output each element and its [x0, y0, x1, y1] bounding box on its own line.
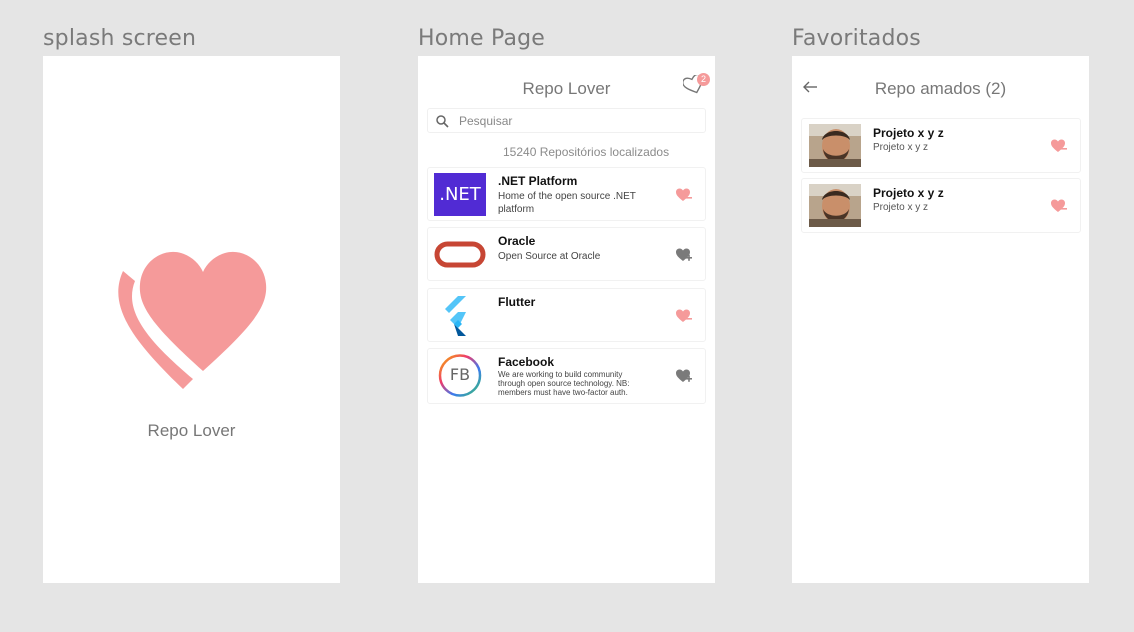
page-title: Repo amados (2)	[874, 79, 1007, 98]
repo-name: Oracle	[498, 234, 536, 248]
repo-description: Open Source at Oracle	[498, 251, 601, 262]
unfavorite-heart-icon[interactable]	[675, 186, 693, 204]
favorite-description: Projeto x y z	[873, 142, 929, 153]
repo-description: We are working to build community throug…	[498, 370, 630, 397]
favorites-page: Repo amados (2) Projeto x y z Projeto x …	[792, 56, 1089, 583]
add-favorite-heart-icon[interactable]	[675, 246, 693, 264]
unfavorite-heart-icon[interactable]	[1050, 197, 1068, 215]
facebook-logo-text: FB	[449, 365, 471, 384]
favorite-name: Projeto x y z	[873, 186, 944, 200]
facebook-logo-icon: FB	[434, 354, 486, 397]
dotnet-logo-text: .NET	[439, 184, 481, 205]
search-icon	[436, 115, 449, 128]
repo-card-dotnet[interactable]: .NET .NET Platform Home of the open sour…	[427, 167, 706, 221]
search-input[interactable]	[459, 112, 689, 129]
home-page: Repo Lover 2 15240 Repositórios localiza…	[418, 56, 715, 583]
avatar-photo-icon	[809, 124, 861, 167]
repo-name: Flutter	[498, 295, 536, 309]
repo-card-oracle[interactable]: Oracle Open Source at Oracle	[427, 227, 706, 281]
heart-logo-icon	[118, 251, 267, 389]
unfavorite-heart-icon[interactable]	[675, 307, 693, 325]
favorite-description: Projeto x y z	[873, 202, 929, 213]
flutter-logo-icon	[445, 296, 466, 336]
repo-description: Home of the open source .NET platform	[498, 191, 636, 215]
repo-name: Facebook	[498, 355, 555, 369]
favorite-name: Projeto x y z	[873, 126, 944, 140]
add-favorite-heart-icon[interactable]	[675, 367, 693, 385]
repo-card-facebook[interactable]: FB Facebook We are working to build comm…	[427, 348, 706, 404]
avatar	[809, 124, 861, 167]
splash-screen: Repo Lover	[43, 56, 340, 583]
favorites-count-badge: 2	[697, 73, 710, 86]
avatar-photo-icon	[809, 184, 861, 227]
dotnet-logo-icon: .NET	[434, 173, 486, 216]
repo-card-flutter[interactable]: Flutter	[427, 288, 706, 342]
frame-label-favorites: Favoritados	[792, 26, 921, 51]
favorite-card[interactable]: Projeto x y z Projeto x y z	[801, 118, 1081, 173]
avatar	[809, 184, 861, 227]
unfavorite-heart-icon[interactable]	[1050, 137, 1068, 155]
frame-label-splash: splash screen	[43, 26, 197, 51]
repo-name: .NET Platform	[498, 174, 578, 188]
favorite-card[interactable]: Projeto x y z Projeto x y z	[801, 178, 1081, 233]
search-box[interactable]	[427, 108, 706, 133]
frame-label-home: Home Page	[418, 26, 546, 51]
oracle-logo-icon	[434, 241, 486, 268]
page-title: Repo Lover	[522, 79, 611, 98]
results-count: 15240 Repositórios localizados	[503, 145, 670, 159]
splash-app-title: Repo Lover	[147, 421, 236, 440]
